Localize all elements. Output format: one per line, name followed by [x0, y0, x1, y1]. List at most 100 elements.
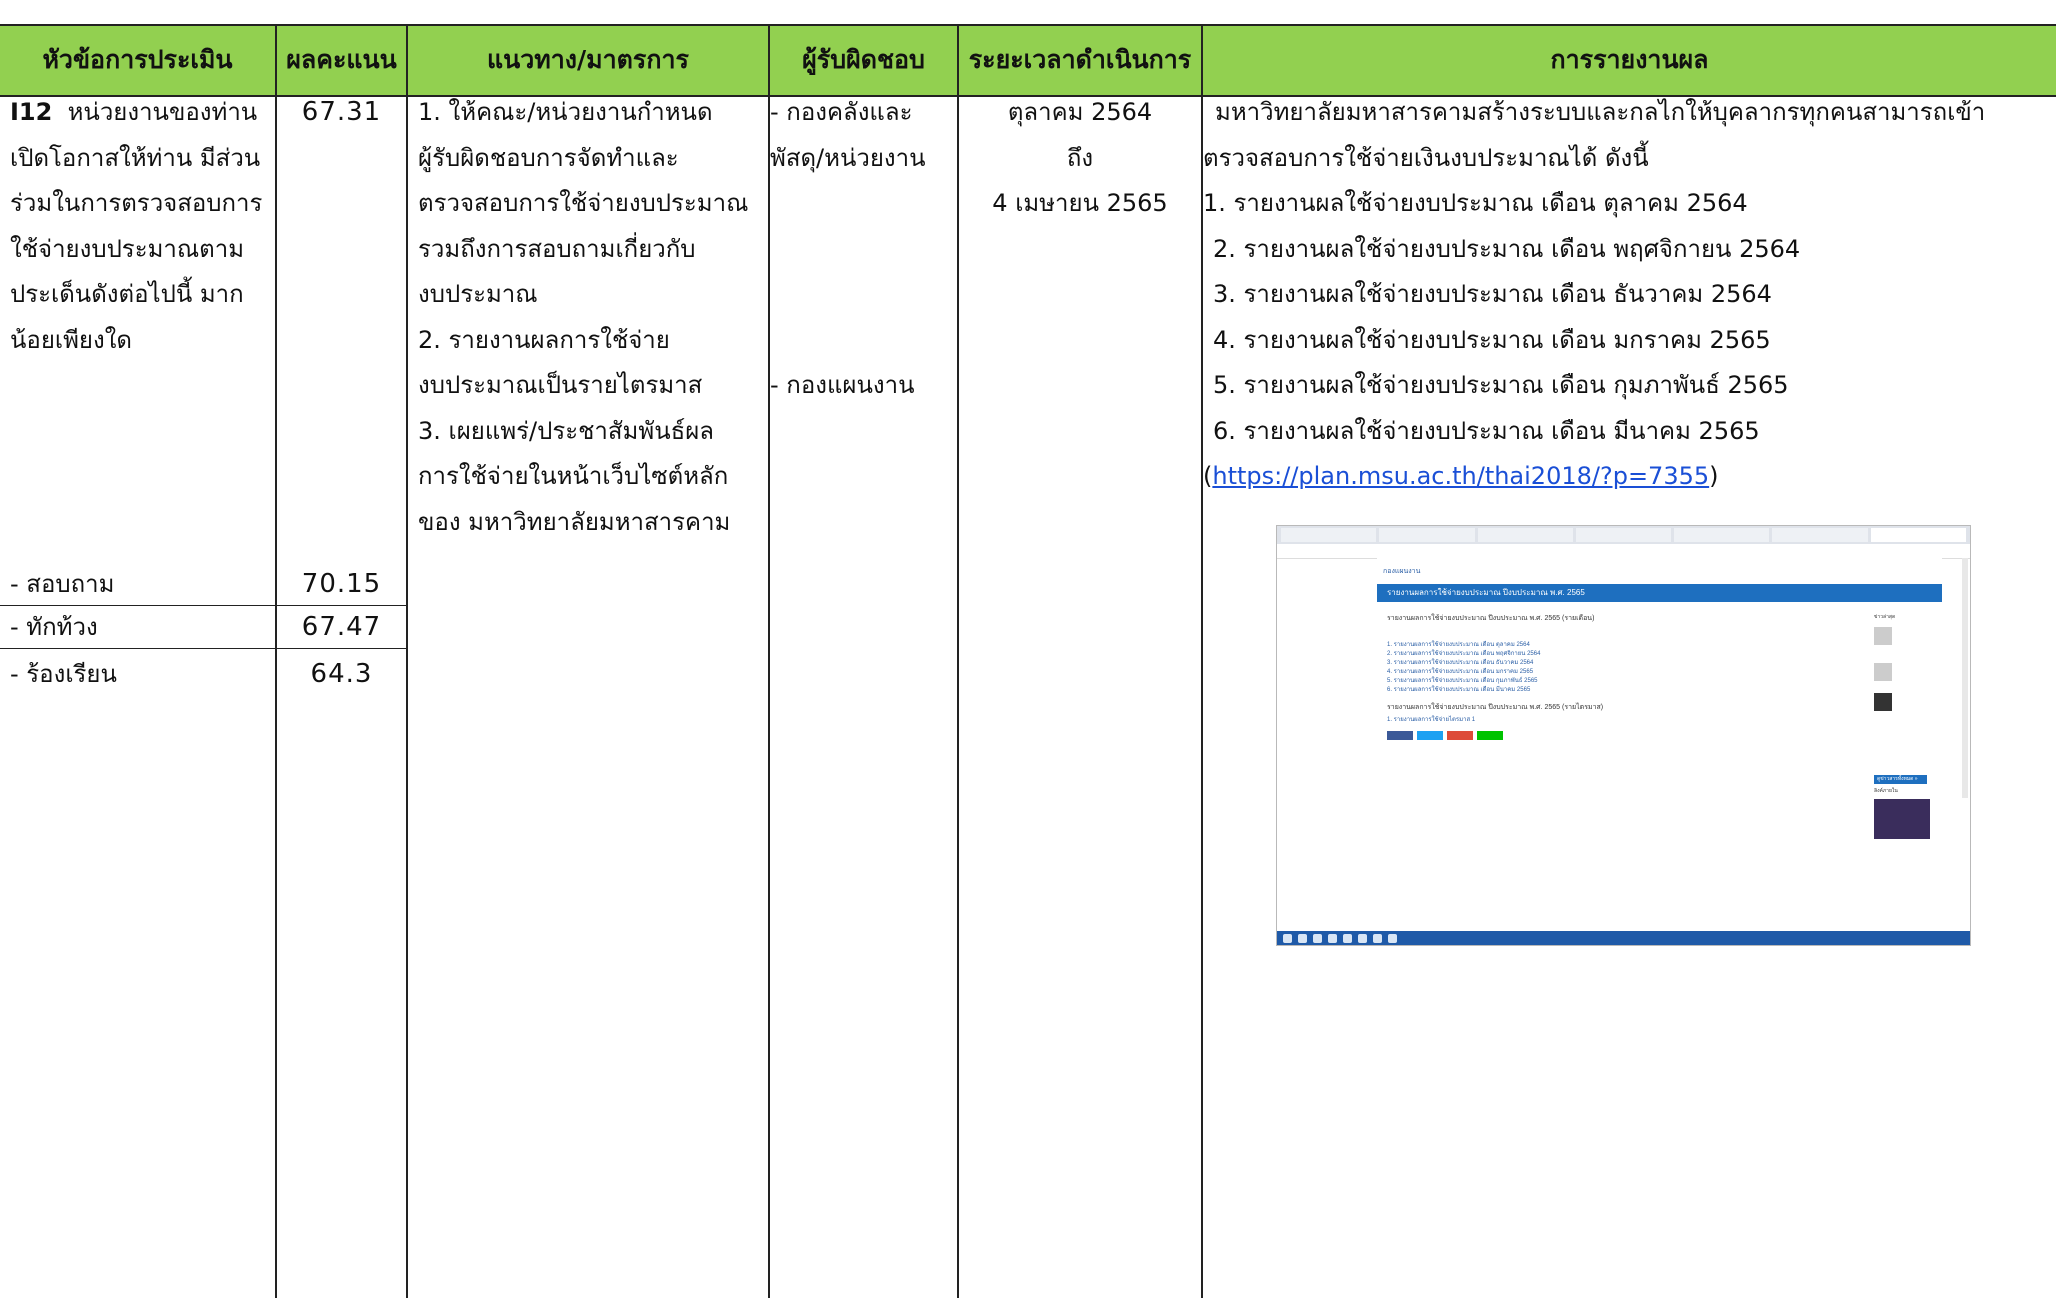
browser-tabs: [1277, 526, 1970, 544]
header-report: การรายงานผล: [1203, 24, 2056, 96]
post-item: 3. รายงานผลการใช้จ่ายงบประมาณ เดือน ธันว…: [1387, 660, 1534, 666]
topic-line: น้อยเพียงใด: [10, 325, 132, 354]
browser-tab: [1477, 528, 1573, 542]
sub-item-score: 64.3: [310, 659, 373, 689]
measure-line: ผู้รับผิดชอบการจัดทำและ: [418, 143, 679, 172]
taskbar-app-icon: [1298, 933, 1307, 943]
topic-text: I12 หน่วยงานของท่าน เปิดโอกาสให้ท่าน มีส…: [10, 90, 262, 363]
measure-line: 1. ให้คณะ/หน่วยงานกำหนด: [418, 98, 713, 126]
post-title: รายงานผลการใช้จ่ายงบประมาณ ปีงบประมาณ พ.…: [1387, 615, 1595, 622]
owner-text: - กองคลังและ พัสดุ/หน่วยงาน: [770, 90, 926, 181]
browser-tab: [1772, 528, 1868, 542]
measure-line: 3. เผยแพร่/ประชาสัมพันธ์ผล: [418, 416, 715, 445]
post-item: 5. รายงานผลการใช้จ่ายงบประมาณ เดือน กุมภ…: [1387, 678, 1538, 684]
header-measures: แนวทาง/มาตรการ: [408, 24, 768, 96]
topic-line: ใช้จ่ายงบประมาณตาม: [10, 234, 245, 263]
owner-line: พัสดุ/หน่วยงาน: [770, 143, 926, 172]
site-page: กองแผนงาน รายงานผลการใช้จ่ายงบประมาณ ปีง…: [1377, 558, 1942, 928]
measure-line: งบประมาณเป็นรายไตรมาส: [418, 371, 703, 399]
browser-tab-active: [1870, 528, 1966, 542]
link-banner-image: [1874, 799, 1930, 839]
share-buttons: [1387, 731, 1687, 740]
news-thumb: [1874, 663, 1892, 681]
topic-score: 67.31: [301, 97, 382, 127]
measure-line: ของ มหาวิทยาลัยมหาสารคาม: [418, 507, 731, 536]
taskbar-app-icon: [1343, 933, 1352, 943]
report-text: มหาวิทยาลัยมหาสารคามสร้างระบบและกลไกให้บ…: [1203, 90, 1985, 500]
report-item: 4. รายงานผลใช้จ่ายงบประมาณ เดือน มกราคม …: [1213, 325, 1771, 354]
measure-line: ตรวจสอบการใช้จ่ายงบประมาณ: [418, 189, 749, 217]
period-line: ตุลาคม 2564: [1007, 98, 1153, 126]
taskbar-app-icon: [1373, 933, 1382, 943]
site-nav: กองแผนงาน: [1377, 558, 1942, 584]
owner-line: - กองคลังและ: [770, 98, 913, 126]
measure-line: รวมถึงการสอบถามเกี่ยวกับ: [418, 234, 696, 263]
header-score: ผลคะแนน: [277, 24, 406, 96]
news-thumb: [1874, 693, 1892, 711]
post-item: 6. รายงานผลการใช้จ่ายงบประมาณ เดือน มีนา…: [1387, 687, 1531, 693]
start-icon: [1283, 933, 1292, 943]
taskbar-app-icon: [1388, 933, 1397, 943]
browser-tab: [1379, 528, 1475, 542]
post-content: รายงานผลการใช้จ่ายงบประมาณ ปีงบประมาณ พ.…: [1387, 614, 1687, 740]
report-link[interactable]: https://plan.msu.ac.th/thai2018/?p=7355: [1212, 462, 1709, 490]
grid-line: [0, 24, 2056, 26]
grid-line: [0, 648, 406, 649]
sub-item-label: - สอบถาม: [10, 570, 115, 598]
google-share-icon: [1447, 731, 1473, 740]
line-share-icon: [1477, 731, 1503, 740]
topic-line: ร่วมในการตรวจสอบการ: [10, 189, 263, 217]
post-item: 4. รายงานผลการใช้จ่ายงบประมาณ เดือน มกรา…: [1387, 669, 1534, 675]
news-thumb: [1874, 627, 1892, 645]
post-item: 1. รายงานผลการใช้จ่ายงบประมาณ เดือน ตุลา…: [1387, 642, 1530, 648]
header-period: ระยะเวลาดำเนินการ: [959, 24, 1201, 96]
browser-tab: [1575, 528, 1672, 542]
scrollbar: [1962, 558, 1968, 798]
post-item: 1. รายงานผลการใช้จ่ายไตรมาส 1: [1387, 717, 1476, 723]
post-title-quarterly: รายงานผลการใช้จ่ายงบประมาณ ปีงบประมาณ พ.…: [1387, 704, 1604, 711]
period-line: ถึง: [1066, 143, 1094, 172]
site-banner: รายงานผลการใช้จ่ายงบประมาณ ปีงบประมาณ พ.…: [1377, 584, 1942, 602]
sidebar-news: ข่าวล่าสุด ดูข่าวสารทั้งหมด » ลิงค์ภายใน: [1874, 614, 1934, 839]
grid-line: [768, 24, 770, 1298]
twitter-share-icon: [1417, 731, 1443, 740]
report-item: 5. รายงานผลใช้จ่ายงบประมาณ เดือน กุมภาพั…: [1213, 371, 1789, 399]
facebook-share-icon: [1387, 731, 1413, 740]
post-item: 2. รายงานผลการใช้จ่ายงบประมาณ เดือน พฤศจ…: [1387, 651, 1541, 657]
grid-line: [406, 24, 408, 1298]
sidebar-title: ลิงค์ภายใน: [1874, 788, 1898, 794]
header-topic: หัวข้อการประเมิน: [0, 24, 275, 96]
topic-line: ประเด็นดังต่อไปนี้ มาก: [10, 280, 244, 308]
report-item: 1. รายงานผลใช้จ่ายงบประมาณ เดือน ตุลาคม …: [1203, 189, 1748, 217]
report-item: 3. รายงานผลใช้จ่ายงบประมาณ เดือน ธันวาคม…: [1213, 280, 1772, 308]
report-item: 6. รายงานผลใช้จ่ายงบประมาณ เดือน มีนาคม …: [1213, 416, 1760, 445]
topic-line: เปิดโอกาสให้ท่าน มีส่วน: [10, 143, 261, 172]
evaluation-table: หัวข้อการประเมิน ผลคะแนน แนวทาง/มาตรการ …: [0, 0, 2056, 1298]
sidebar-title: ข่าวล่าสุด: [1874, 614, 1896, 620]
owner-planning: - กองแผนงาน: [770, 371, 915, 399]
period-line: 4 เมษายน 2565: [992, 189, 1168, 217]
browser-tab: [1281, 528, 1377, 542]
report-link-line: (https://plan.msu.ac.th/thai2018/?p=7355…: [1203, 454, 1985, 500]
sub-item-label: - ทักท้วง: [10, 613, 98, 641]
taskbar-app-icon: [1358, 933, 1367, 943]
measure-line: การใช้จ่ายในหน้าเว็บไซต์หลัก: [418, 462, 729, 490]
taskbar-app-icon: [1328, 933, 1337, 943]
topic-code: I12: [10, 98, 53, 126]
sub-item-label: - ร้องเรียน: [10, 660, 117, 688]
report-intro-line: มหาวิทยาลัยมหาสารคามสร้างระบบและกลไกให้บ…: [1215, 98, 1986, 126]
address-bar: [1277, 544, 1970, 559]
sub-item-score: 67.47: [301, 612, 382, 642]
period-text: ตุลาคม 2564 ถึง 4 เมษายน 2565: [959, 90, 1201, 227]
sub-item-score: 70.15: [301, 569, 382, 599]
measure-line: 2. รายงานผลการใช้จ่าย: [418, 325, 670, 354]
website-screenshot: กองแผนงาน รายงานผลการใช้จ่ายงบประมาณ ปีง…: [1276, 525, 1971, 946]
link-paren-open: (: [1203, 462, 1213, 490]
link-paren-close: ): [1709, 462, 1719, 490]
measure-line: งบประมาณ: [418, 280, 538, 308]
header-owner: ผู้รับผิดชอบ: [770, 24, 957, 96]
topic-line: หน่วยงานของท่าน: [67, 98, 258, 126]
report-intro-line: ตรวจสอบการใช้จ่ายเงินงบประมาณได้ ดังนี้: [1203, 143, 1649, 172]
measures-text: 1. ให้คณะ/หน่วยงานกำหนด ผู้รับผิดชอบการจ…: [418, 90, 748, 545]
taskbar-app-icon: [1313, 933, 1322, 943]
